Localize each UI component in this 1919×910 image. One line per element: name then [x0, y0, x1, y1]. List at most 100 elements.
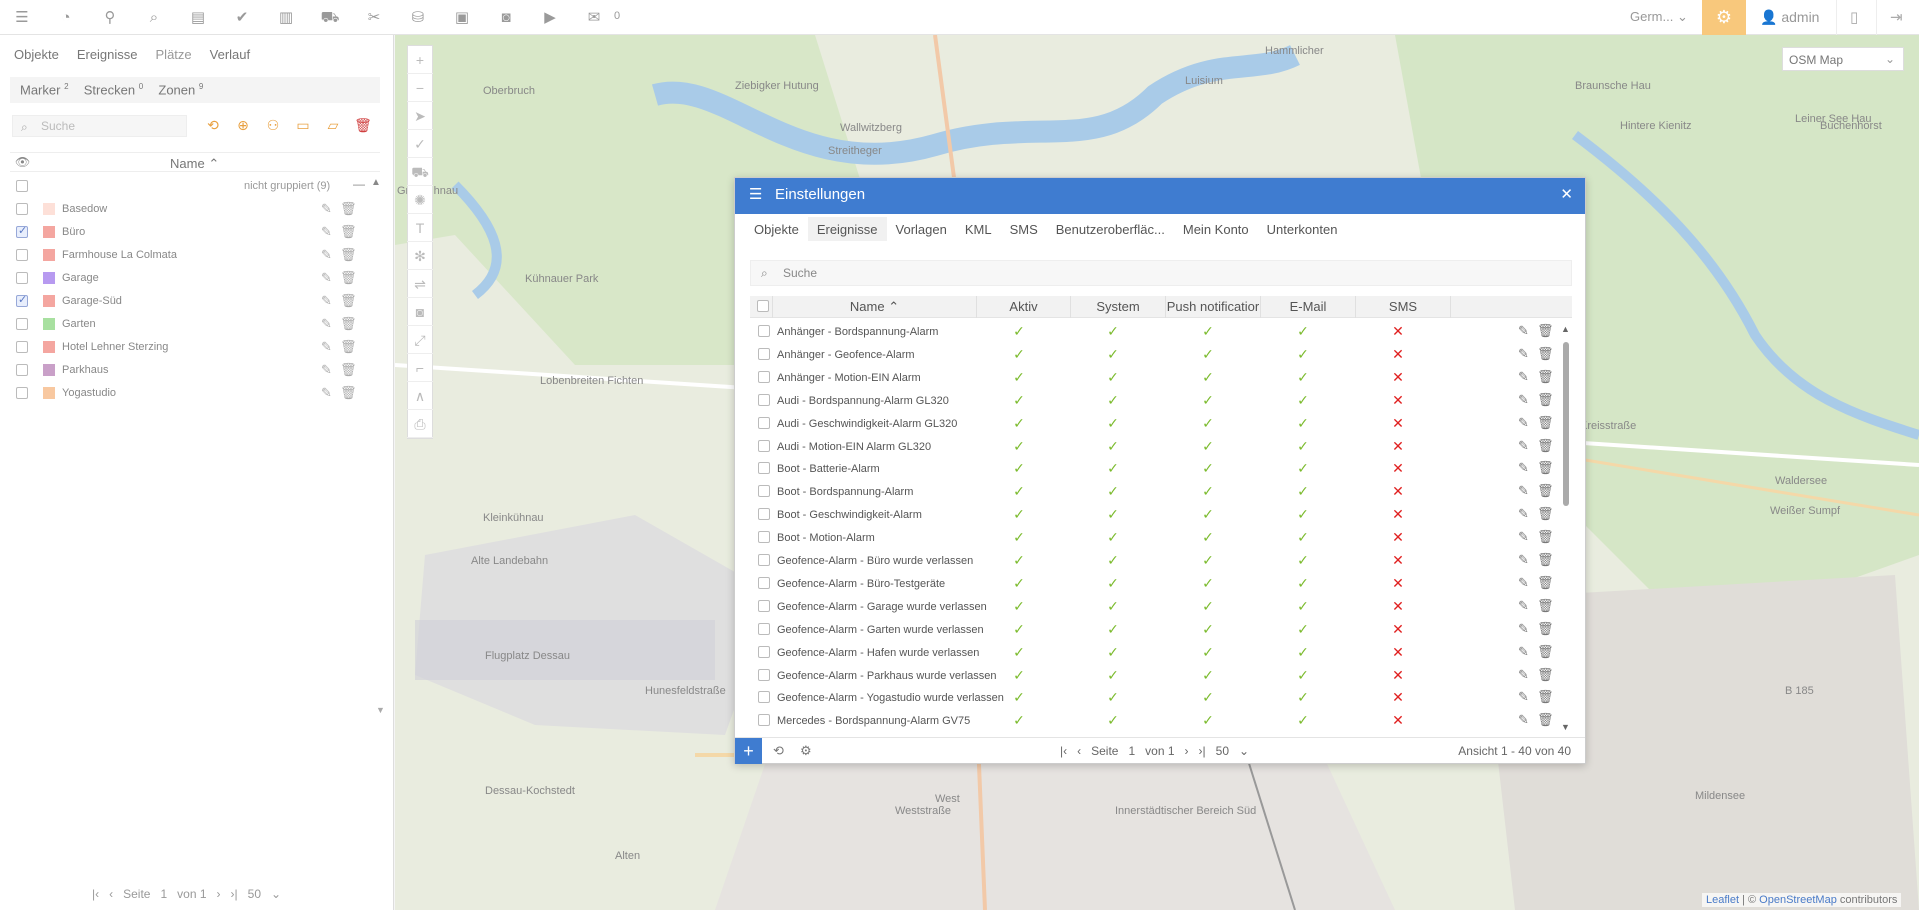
column-name[interactable]: Name ⌃	[772, 296, 976, 318]
language-select[interactable]: Germ... ⌄	[1630, 9, 1688, 25]
table-row[interactable]: Boot - Batterie-Alarm ✓ ✓ ✓ ✓ ✕ ✎ 🗑	[750, 457, 1560, 480]
chart-icon[interactable]: ▤	[188, 8, 208, 28]
edit-icon[interactable]: ✎	[321, 201, 332, 217]
database-icon[interactable]: ⛁	[408, 8, 428, 28]
edit-icon[interactable]: ✎	[1518, 415, 1529, 431]
car-icon[interactable]: ⛟	[320, 8, 340, 28]
first-page-icon[interactable]: |‹	[92, 887, 99, 901]
collapse-icon[interactable]: —	[353, 177, 365, 191]
subtab-marker[interactable]: Marker 2	[20, 82, 69, 97]
text-icon[interactable]: T	[407, 214, 433, 242]
events-search-input[interactable]: ⌕ Suche	[750, 260, 1572, 286]
places-search-input[interactable]: ⌕ Suche	[12, 115, 187, 137]
row-checkbox[interactable]	[758, 508, 770, 521]
table-row[interactable]: Boot - Motion-Alarm ✓ ✓ ✓ ✓ ✕ ✎ 🗑	[750, 526, 1560, 549]
tab-benutzeroberflaeche[interactable]: Benutzeroberfläc...	[1047, 217, 1174, 241]
map-pin-icon[interactable]: ⚲	[100, 8, 120, 28]
place-visibility-checkbox[interactable]	[16, 203, 28, 215]
edit-icon[interactable]: ✎	[321, 270, 332, 286]
folder-open-icon[interactable]: ▭	[293, 117, 313, 135]
reload-icon[interactable]: ⟲	[773, 743, 784, 759]
trash-icon[interactable]: 🗑	[1537, 529, 1554, 545]
add-zone-icon[interactable]: ⊕	[233, 117, 253, 135]
edit-icon[interactable]: ✎	[321, 316, 332, 332]
page-size-select[interactable]: 50	[1216, 744, 1229, 758]
edit-icon[interactable]: ✎	[1518, 667, 1529, 683]
table-row[interactable]: Audi - Geschwindigkeit-Alarm GL320 ✓ ✓ ✓ ✓ ✕ ✎…	[750, 412, 1560, 435]
trash-icon[interactable]: 🗑	[1537, 712, 1554, 728]
column-aktiv[interactable]: Aktiv	[976, 296, 1070, 318]
tab-unterkonten[interactable]: Unterkonten	[1258, 217, 1347, 241]
column-push[interactable]: Push notificatior	[1165, 296, 1260, 318]
edit-icon[interactable]: ✎	[321, 247, 332, 263]
table-row[interactable]: Geofence-Alarm - Hafen wurde verlassen ✓ ✓…	[750, 641, 1560, 664]
last-page-icon[interactable]: ›|	[231, 887, 238, 901]
settings-icon[interactable]: ⚙	[800, 743, 812, 759]
code-icon[interactable]: ▣	[452, 8, 472, 28]
events-scrollbar[interactable]: ▲ ▼	[1561, 324, 1571, 734]
row-checkbox[interactable]	[758, 668, 770, 681]
edit-icon[interactable]: ✎	[1518, 438, 1529, 454]
ruler-icon[interactable]: ⌐	[407, 354, 433, 382]
tab-vorlagen[interactable]: Vorlagen	[887, 217, 956, 241]
group-icon[interactable]: ⚇	[263, 117, 283, 135]
camera-icon[interactable]: ◙	[407, 298, 433, 326]
trash-icon[interactable]: 🗑	[340, 339, 357, 355]
trash-icon[interactable]: 🗑	[340, 362, 357, 378]
trash-icon[interactable]: 🗑	[1537, 552, 1554, 568]
subtab-strecken[interactable]: Strecken 0	[84, 82, 143, 97]
trash-icon[interactable]: 🗑	[340, 316, 357, 332]
row-checkbox[interactable]	[758, 714, 770, 727]
folder-export-icon[interactable]: ▱	[323, 117, 343, 135]
edit-icon[interactable]: ✎	[1518, 621, 1529, 637]
table-row[interactable]: Geofence-Alarm - Garage wurde verlassen ✓…	[750, 595, 1560, 618]
table-row[interactable]: Audi - Bordspannung-Alarm GL320 ✓ ✓ ✓ ✓ ✕ ✎ 🗑	[750, 389, 1560, 412]
list-item[interactable]: Yogastudio ✎ 🗑	[10, 383, 380, 405]
sun-icon[interactable]: ✺	[407, 186, 433, 214]
subtab-zonen[interactable]: Zonen 9	[158, 82, 203, 97]
page-input[interactable]: 1	[1128, 744, 1135, 758]
edit-icon[interactable]: ✎	[1518, 598, 1529, 614]
tab-ereignisse[interactable]: Ereignisse	[77, 47, 138, 62]
table-row[interactable]: Boot - Geschwindigkeit-Alarm ✓ ✓ ✓ ✓ ✕ ✎ 🗑	[750, 503, 1560, 526]
print-icon[interactable]: ⎙	[407, 410, 433, 438]
edit-icon[interactable]: ✎	[1518, 323, 1529, 339]
user-menu[interactable]: 👤 admin	[1760, 9, 1819, 26]
row-checkbox[interactable]	[758, 439, 770, 452]
row-checkbox[interactable]	[758, 531, 770, 544]
tab-mein-konto[interactable]: Mein Konto	[1174, 217, 1258, 241]
logout-icon[interactable]: ⇥	[1890, 8, 1903, 26]
add-event-button[interactable]: +	[735, 738, 762, 764]
edit-icon[interactable]: ✎	[1518, 369, 1529, 385]
scroll-up-icon[interactable]: ▲	[1561, 324, 1570, 334]
tab-ereignisse[interactable]: Ereignisse	[807, 217, 887, 241]
car-icon[interactable]: ⛟	[407, 158, 433, 186]
osm-link[interactable]: OpenStreetMap	[1759, 894, 1837, 906]
table-row[interactable]: Mercedes - Bordspannung-Alarm GV75 ✓ ✓ ✓ ✓ ✕ ✎…	[750, 709, 1560, 730]
prev-page-icon[interactable]: ‹	[1077, 744, 1081, 758]
next-page-icon[interactable]: ›	[1185, 744, 1189, 758]
trash-icon[interactable]: 🗑	[1537, 460, 1554, 476]
tools-icon[interactable]: ✂	[364, 8, 384, 28]
video-icon[interactable]: ▶	[540, 8, 560, 28]
chat-icon[interactable]: ✉	[584, 8, 604, 28]
edit-icon[interactable]: ✎	[1518, 689, 1529, 705]
list-item[interactable]: Büro ✎ 🗑	[10, 222, 380, 244]
camera-icon[interactable]: ◙	[496, 8, 516, 28]
edit-icon[interactable]: ✎	[1518, 483, 1529, 499]
place-visibility-checkbox[interactable]	[16, 364, 28, 376]
last-page-icon[interactable]: ›|	[1199, 744, 1206, 758]
place-visibility-checkbox[interactable]	[16, 341, 28, 353]
trash-icon[interactable]: 🗑	[1537, 323, 1554, 339]
chevron-down-icon[interactable]: ⌄	[1239, 744, 1249, 758]
table-row[interactable]: Anhänger - Motion-EIN Alarm ✓ ✓ ✓ ✓ ✕ ✎ 🗑	[750, 366, 1560, 389]
group-checkbox[interactable]	[16, 180, 28, 192]
navigate-icon[interactable]: ➤	[407, 102, 433, 130]
trash-icon[interactable]: 🗑	[1537, 621, 1554, 637]
zoom-out-icon[interactable]: −	[407, 74, 433, 102]
place-visibility-checkbox[interactable]	[16, 224, 28, 238]
row-checkbox[interactable]	[758, 622, 770, 635]
edit-icon[interactable]: ✎	[1518, 460, 1529, 476]
zoom-in-icon[interactable]: +	[407, 46, 433, 74]
edit-icon[interactable]: ✎	[1518, 575, 1529, 591]
